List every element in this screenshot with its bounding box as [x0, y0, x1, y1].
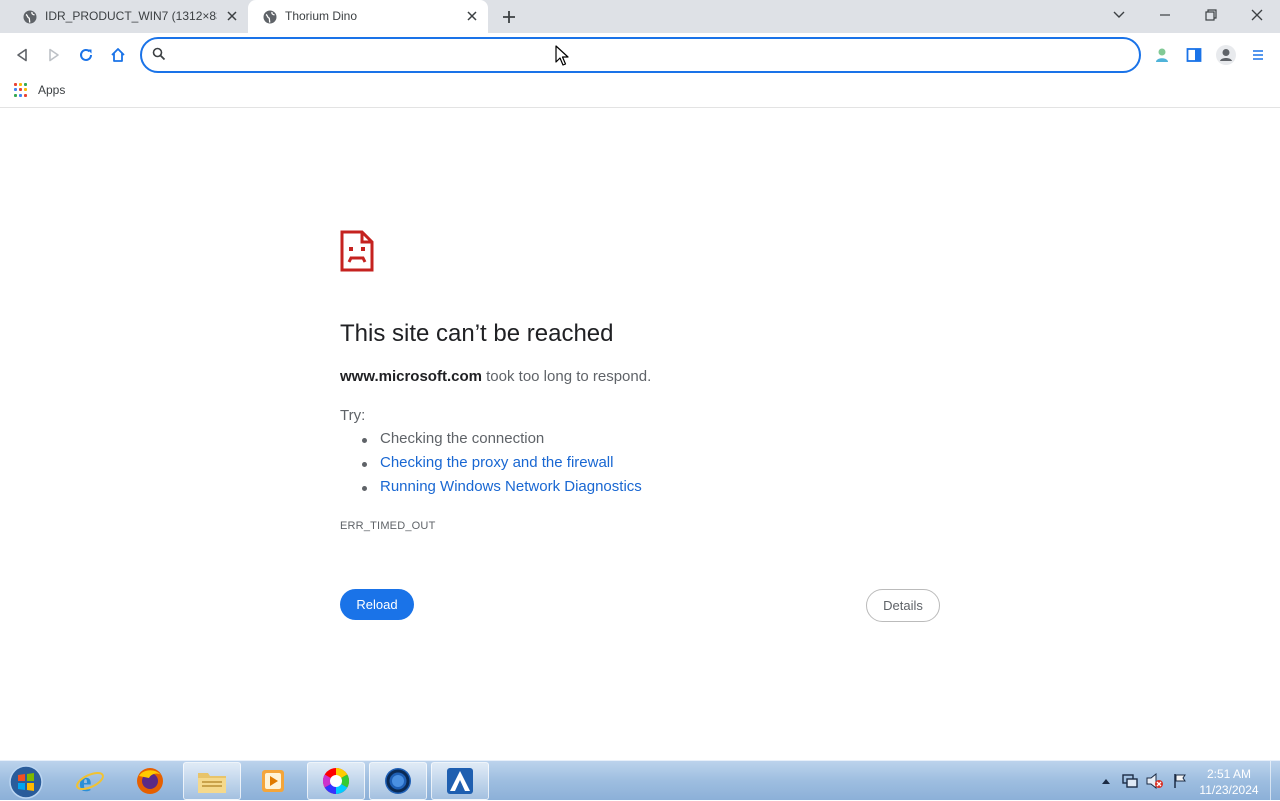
show-desktop-button[interactable] [1270, 761, 1280, 801]
thorium-browser-icon [385, 768, 411, 794]
extension-dino-icon [1156, 48, 1168, 62]
profile-button[interactable] [1215, 44, 1237, 66]
search-icon [152, 47, 166, 66]
tab-idr-product[interactable]: IDR_PRODUCT_WIN7 (1312×83... [8, 0, 248, 33]
tray-volume-muted[interactable] [1145, 761, 1165, 801]
internet-explorer-icon: e [76, 767, 104, 796]
restore-button[interactable] [1198, 4, 1224, 26]
side-panel-button[interactable] [1183, 44, 1205, 66]
taskbar-media-player[interactable] [244, 762, 302, 800]
taskbar-thorium-browser[interactable] [369, 762, 427, 800]
close-icon [1251, 9, 1263, 21]
error-host: www.microsoft.com [340, 368, 482, 385]
reload-button[interactable] [75, 44, 97, 66]
error-title: This site can’t be reached [340, 320, 614, 347]
clock-date: 11/23/2024 [1199, 783, 1259, 797]
chevron-down-icon [1113, 11, 1125, 18]
windows-taskbar: e 2:51 AM 11/23/2024 [0, 760, 1280, 801]
forward-arrow-icon [49, 48, 59, 62]
back-button[interactable] [11, 44, 33, 66]
system-clock[interactable]: 2:51 AM 11/23/2024 [1193, 766, 1265, 798]
details-button[interactable]: Details [866, 589, 940, 622]
address-input[interactable] [176, 45, 1116, 65]
taskbar-file-explorer[interactable] [183, 762, 241, 800]
svg-text:e: e [79, 767, 91, 796]
reload-page-button[interactable]: Reload [340, 589, 414, 620]
suggestion-check-connection: Checking the connection [360, 430, 642, 454]
forward-button[interactable] [43, 44, 65, 66]
error-page: This site can’t be reached www.microsoft… [0, 108, 1280, 760]
close-window-button[interactable] [1244, 4, 1270, 26]
tab-search-button[interactable] [1106, 4, 1132, 26]
tab-title: IDR_PRODUCT_WIN7 (1312×83... [45, 9, 217, 23]
hamburger-menu-icon [1253, 50, 1263, 60]
home-button[interactable] [107, 44, 129, 66]
tab-title: Thorium Dino [285, 9, 358, 23]
globe-icon [262, 9, 278, 25]
bookmarks-bar: Apps [0, 77, 1280, 108]
globe-icon [22, 9, 38, 25]
home-icon [111, 48, 125, 62]
tray-action-center[interactable] [1170, 761, 1190, 801]
browser-toolbar [0, 33, 1280, 77]
new-tab-button[interactable] [499, 7, 519, 27]
restore-icon [1205, 9, 1217, 21]
side-panel-icon [1186, 48, 1202, 62]
error-description: www.microsoft.com took too long to respo… [340, 368, 651, 385]
arc-app-icon [447, 768, 473, 794]
back-arrow-icon [17, 48, 27, 62]
avatar-icon [1216, 45, 1236, 65]
chevron-up-icon [1102, 779, 1110, 784]
reload-icon [80, 48, 92, 61]
omnibox[interactable] [140, 37, 1141, 73]
folder-icon [198, 773, 226, 793]
sad-page-icon [340, 230, 374, 277]
taskbar-color-wheel-app[interactable] [307, 762, 365, 800]
minimize-button[interactable] [1152, 4, 1178, 26]
suggestions-list: Checking the connection Checking the pro… [360, 430, 642, 502]
start-button[interactable] [6, 763, 46, 801]
menu-button[interactable] [1247, 44, 1269, 66]
tab-strip: IDR_PRODUCT_WIN7 (1312×83... Thorium Din… [0, 0, 1280, 33]
color-wheel-icon [322, 767, 350, 795]
taskbar-internet-explorer[interactable]: e [61, 762, 119, 800]
network-computer-icon [1122, 774, 1138, 788]
apps-grid-icon [14, 83, 28, 97]
suggestion-network-diagnostics-link[interactable]: Running Windows Network Diagnostics [360, 478, 642, 502]
error-code: ERR_TIMED_OUT [340, 520, 436, 532]
extension-button[interactable] [1151, 44, 1173, 66]
windows-start-orb-icon [9, 765, 43, 799]
close-tab-icon[interactable] [224, 8, 240, 24]
volume-muted-icon [1146, 773, 1163, 789]
taskbar-firefox[interactable] [121, 762, 179, 800]
minimize-icon [1160, 14, 1170, 16]
taskbar-arc-app[interactable] [431, 762, 489, 800]
error-message: took too long to respond. [481, 368, 652, 385]
apps-label: Apps [38, 83, 66, 97]
suggestion-proxy-firewall-link[interactable]: Checking the proxy and the firewall [360, 454, 642, 478]
close-tab-icon[interactable] [464, 8, 480, 24]
media-player-icon [262, 770, 284, 792]
show-hidden-icons-button[interactable] [1099, 761, 1113, 801]
clock-time: 2:51 AM [1206, 767, 1252, 781]
apps-shortcut[interactable]: Apps [14, 83, 65, 97]
tab-thorium-dino[interactable]: Thorium Dino [248, 0, 488, 33]
try-label: Try: [340, 407, 366, 424]
flag-icon [1174, 774, 1186, 788]
plus-icon [503, 11, 515, 23]
tray-device-icon[interactable] [1120, 761, 1140, 801]
firefox-icon [137, 768, 163, 794]
